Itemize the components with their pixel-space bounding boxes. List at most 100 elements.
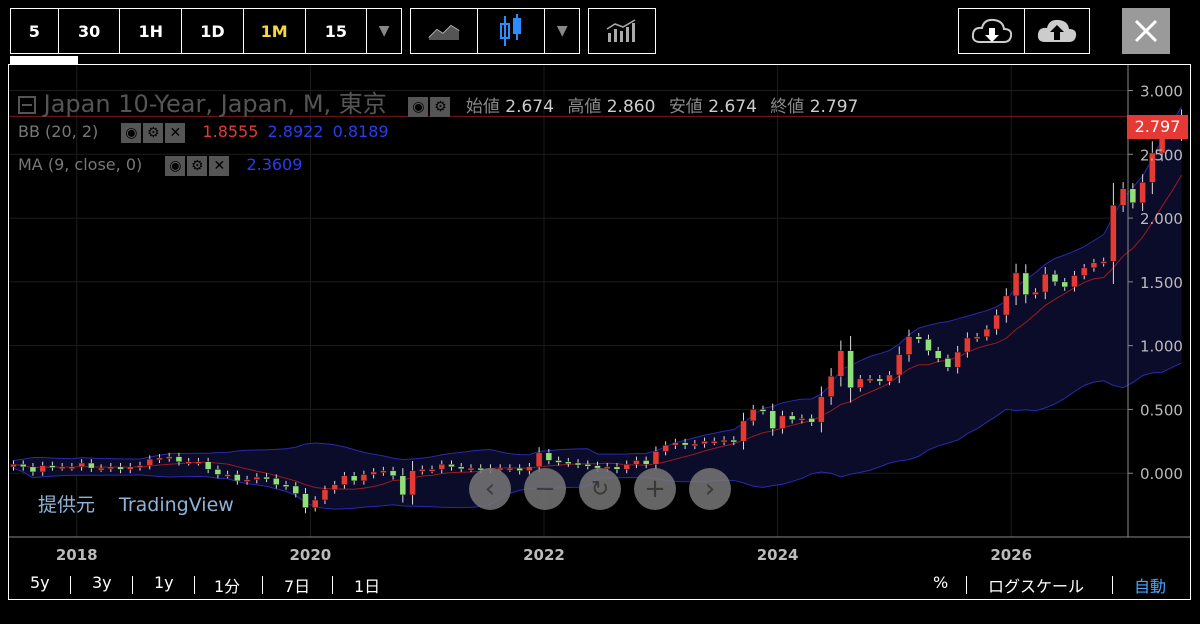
candle xyxy=(58,466,66,470)
ma-gear-icon[interactable]: ⚙ xyxy=(187,155,208,176)
high-label: 高値 xyxy=(567,97,602,117)
candle xyxy=(886,374,893,382)
minus-icon: − xyxy=(534,474,556,504)
eye-icon[interactable]: ◉ xyxy=(408,97,429,117)
candle xyxy=(1061,281,1068,288)
candle xyxy=(97,467,105,471)
separator xyxy=(966,576,967,594)
reset-button[interactable]: ↻ xyxy=(579,468,621,510)
candle xyxy=(837,350,845,377)
separator xyxy=(332,576,333,594)
candle xyxy=(331,484,338,491)
y-tick-label: 1.500 xyxy=(1140,274,1183,292)
scroll-left-button[interactable]: ‹ xyxy=(469,468,511,510)
candle xyxy=(195,461,202,464)
candle xyxy=(642,460,650,465)
candle xyxy=(535,452,543,468)
candle xyxy=(574,462,582,466)
bb-close-icon[interactable]: ✕ xyxy=(165,122,186,143)
separator xyxy=(262,576,263,594)
range-7d-button[interactable]: 7日 xyxy=(284,573,310,597)
candle xyxy=(204,461,212,470)
candle xyxy=(234,474,241,482)
candle xyxy=(905,336,913,355)
percent-button[interactable]: % xyxy=(933,573,948,592)
candle xyxy=(711,441,718,444)
candle xyxy=(993,314,1000,330)
candle xyxy=(457,466,465,470)
candle xyxy=(973,336,981,339)
candle xyxy=(185,461,192,464)
scroll-right-button[interactable]: › xyxy=(689,468,731,510)
candle xyxy=(68,466,76,470)
candle xyxy=(1110,205,1117,262)
candle xyxy=(253,476,261,480)
log-scale-button[interactable]: ログスケール xyxy=(988,573,1084,597)
attribution-label: 提供元 xyxy=(38,494,96,516)
bb-eye-icon[interactable]: ◉ xyxy=(121,122,142,143)
auto-scale-button[interactable]: 自動 xyxy=(1134,573,1166,597)
candle xyxy=(321,489,329,501)
candle xyxy=(895,354,903,376)
candle xyxy=(438,464,446,470)
x-tick-label: 2022 xyxy=(523,546,565,564)
candle xyxy=(876,378,884,382)
y-tick-label: 0.500 xyxy=(1140,401,1183,419)
candle xyxy=(39,465,46,473)
ma-close-icon[interactable]: ✕ xyxy=(209,155,230,176)
gear-icon[interactable]: ⚙ xyxy=(430,97,451,117)
range-5y-button[interactable]: 5y xyxy=(30,573,50,592)
bb-gear-icon[interactable]: ⚙ xyxy=(143,122,164,143)
candle xyxy=(866,378,874,382)
candle xyxy=(311,499,319,508)
candle xyxy=(565,461,572,464)
close-value: 2.797 xyxy=(809,97,859,117)
separator xyxy=(1112,576,1113,594)
open-value: 2.674 xyxy=(505,97,554,117)
candle xyxy=(49,465,56,468)
range-1y-button[interactable]: 1y xyxy=(154,573,174,592)
candle xyxy=(1051,273,1059,283)
collapse-icon[interactable] xyxy=(18,96,36,114)
candle xyxy=(224,474,231,477)
candle xyxy=(1080,267,1088,276)
candle xyxy=(681,442,689,446)
separator xyxy=(132,576,133,594)
candle xyxy=(983,328,991,337)
ma-eye-icon[interactable]: ◉ xyxy=(165,155,186,176)
candle xyxy=(1003,295,1010,316)
x-tick-label: 2018 xyxy=(56,546,98,564)
candle xyxy=(428,469,436,472)
candle xyxy=(341,475,348,485)
chevron-right-icon: › xyxy=(704,474,716,504)
candle xyxy=(769,410,776,429)
high-value: 2.860 xyxy=(606,97,656,117)
ohlc-readout: ◉ ⚙ 始値 2.674 高値 2.860 安値 2.674 終値 2.797 xyxy=(408,97,866,117)
candle xyxy=(29,466,37,473)
chart-navigation: ‹ − ↻ + › xyxy=(469,468,731,510)
candle xyxy=(78,462,85,468)
candle xyxy=(1100,261,1107,264)
candle xyxy=(672,442,679,446)
candle xyxy=(847,350,854,388)
series-title: Japan 10-Year, Japan, M, 東京 xyxy=(43,90,387,118)
attribution-source[interactable]: TradingView xyxy=(119,494,234,516)
candle xyxy=(146,458,154,466)
candle xyxy=(1071,275,1078,288)
candle xyxy=(448,464,455,468)
candle xyxy=(584,464,592,467)
range-1min-button[interactable]: 1分 xyxy=(214,573,240,597)
range-3y-button[interactable]: 3y xyxy=(92,573,112,592)
candle xyxy=(360,474,368,482)
range-1d-button[interactable]: 1日 xyxy=(354,573,380,597)
y-tick-label: 3.000 xyxy=(1140,83,1183,101)
zoom-in-button[interactable]: + xyxy=(634,468,676,510)
candle xyxy=(818,396,825,423)
candle xyxy=(701,441,708,445)
candle xyxy=(19,464,27,468)
candle xyxy=(1119,188,1127,206)
close-label: 終値 xyxy=(770,97,805,117)
zoom-out-button[interactable]: − xyxy=(524,468,566,510)
y-tick-label: 1.000 xyxy=(1140,338,1183,356)
candle xyxy=(730,439,738,443)
